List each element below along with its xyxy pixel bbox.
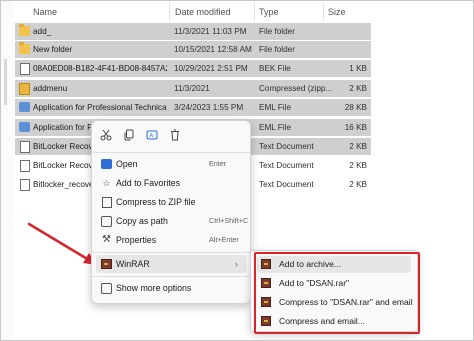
file-explorer-window: Name ⌃ Date modified Type Size add_ 11/3…: [0, 0, 474, 341]
context-menu: A Open Enter ☆ Add to Favorites Compress…: [91, 120, 251, 304]
wrench-icon: ⚒: [102, 234, 111, 245]
menu-item-label: Copy as path: [116, 216, 168, 226]
more-options-icon: [101, 283, 112, 294]
zip-folder-icon: [102, 197, 112, 208]
menu-item-label: Add to Favorites: [116, 178, 181, 188]
menu-item-label: WinRAR: [116, 259, 150, 269]
quick-actions-bar: A: [92, 125, 250, 151]
copy-icon[interactable]: [121, 129, 137, 145]
menu-item-properties[interactable]: ⚒ Properties Alt+Enter: [96, 231, 246, 249]
menu-item-open[interactable]: Open Enter: [96, 155, 246, 173]
svg-text:A: A: [149, 134, 153, 140]
menu-item-compress-zip[interactable]: Compress to ZIP file: [96, 193, 246, 211]
menu-item-shortcut: Alt+Enter: [209, 235, 239, 244]
menu-item-show-more-options[interactable]: Show more options: [96, 279, 246, 297]
menu-item-label: Show more options: [116, 283, 192, 293]
menu-item-label: Open: [116, 159, 138, 169]
annotation-highlight-box: [254, 252, 420, 334]
menu-separator: [92, 276, 250, 277]
open-app-icon: [101, 159, 112, 169]
menu-item-winrar[interactable]: WinRAR ›: [96, 255, 246, 273]
menu-item-add-to-favorites[interactable]: ☆ Add to Favorites: [96, 174, 246, 192]
menu-item-shortcut: Enter: [209, 159, 227, 168]
cut-icon[interactable]: [98, 129, 114, 145]
chevron-right-icon: ›: [235, 259, 238, 269]
menu-separator: [92, 252, 250, 253]
copy-path-icon: [101, 216, 112, 227]
menu-separator: [92, 152, 250, 153]
menu-item-label: Compress to ZIP file: [116, 197, 196, 207]
rename-icon[interactable]: A: [144, 129, 160, 145]
menu-item-copy-as-path[interactable]: Copy as path Ctrl+Shift+C: [96, 212, 249, 230]
star-icon: ☆: [102, 178, 111, 188]
menu-item-shortcut: Ctrl+Shift+C: [209, 216, 249, 225]
winrar-icon: [101, 259, 112, 269]
delete-icon[interactable]: [167, 129, 183, 145]
menu-item-label: Properties: [116, 235, 157, 245]
